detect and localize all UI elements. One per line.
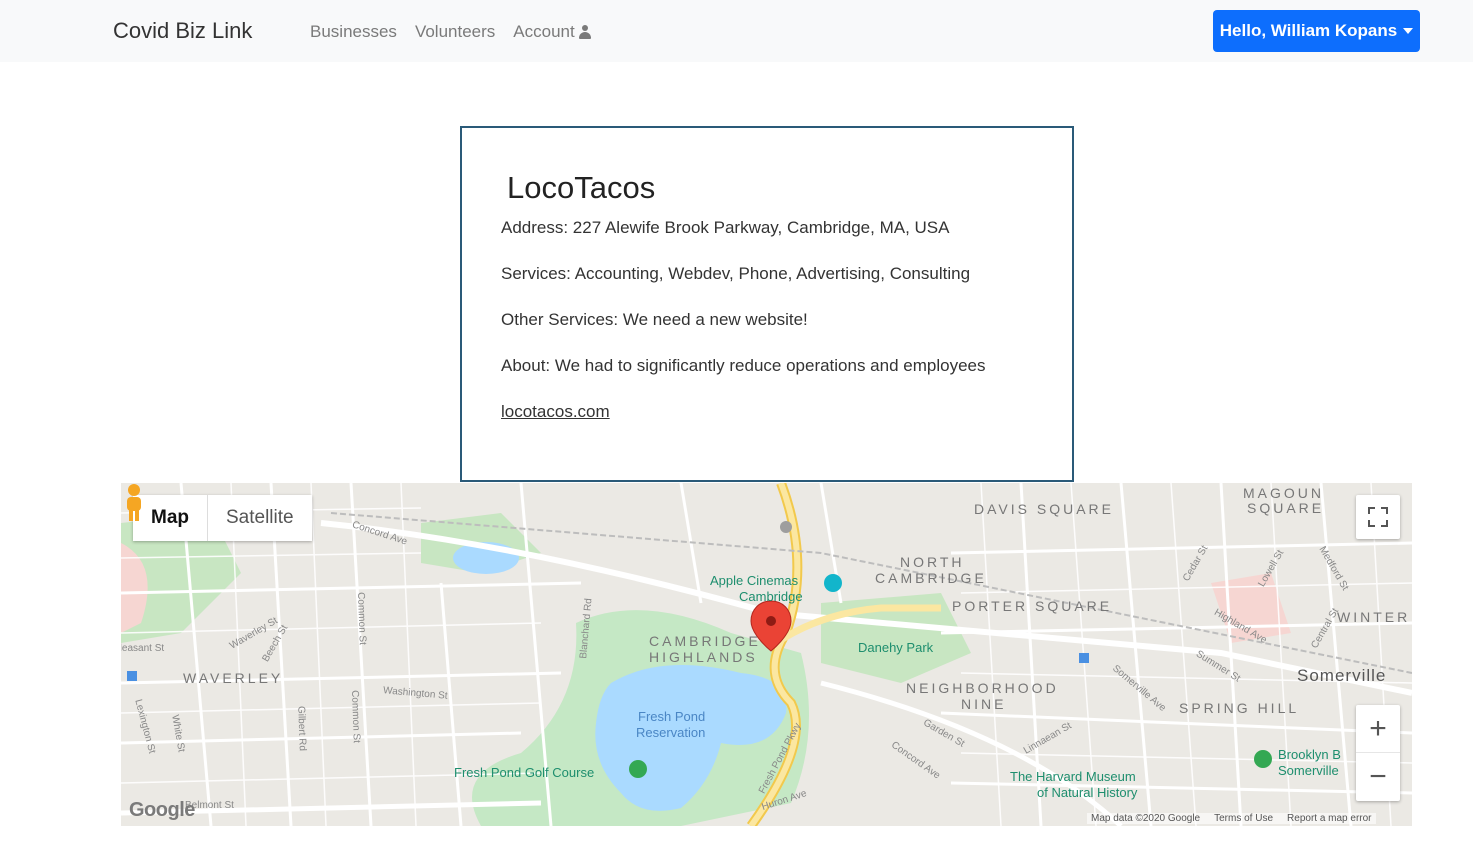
- label-magoun-square-2: SQUARE: [1247, 500, 1325, 516]
- business-card: LocoTacos Address: 227 Alewife Brook Par…: [460, 126, 1074, 482]
- label-porter-square: PORTER SQUARE: [952, 598, 1113, 614]
- map-poi-icon: [780, 521, 792, 533]
- label-north-cambridge-2: CAMBRIDGE: [875, 570, 987, 586]
- google-map[interactable]: DAVIS SQUARE MAGOUN SQUARE NORTH CAMBRID…: [121, 483, 1412, 826]
- label-golf-course[interactable]: Fresh Pond Golf Course: [454, 765, 594, 780]
- business-name: LocoTacos: [507, 170, 656, 205]
- zoom-control: + −: [1356, 705, 1400, 801]
- business-about: About: We had to significantly reduce op…: [501, 356, 986, 375]
- label-cambridge-highlands-2: HIGHLANDS: [649, 649, 758, 665]
- fullscreen-button[interactable]: [1356, 495, 1400, 539]
- user-icon: [578, 25, 591, 39]
- label-spring-hill: SPRING HILL: [1179, 700, 1300, 716]
- business-services: Services: Accounting, Webdev, Phone, Adv…: [501, 264, 971, 283]
- nav-link-account[interactable]: Account: [513, 22, 591, 42]
- label-harvard-museum-1[interactable]: The Harvard Museum: [1010, 769, 1136, 784]
- nav-link-account-label: Account: [513, 22, 575, 41]
- map-type-satellite-button[interactable]: Satellite: [208, 495, 312, 541]
- fullscreen-icon-corner: [1381, 520, 1388, 527]
- label-neighborhood-nine-1: NEIGHBORHOOD: [906, 680, 1059, 696]
- map-footer: Map data ©2020 Google Terms of Use Repor…: [1087, 813, 1376, 824]
- zoom-in-button[interactable]: +: [1356, 705, 1400, 753]
- label-fresh-pond-2: Reservation: [636, 725, 706, 740]
- google-logo: Google: [129, 799, 195, 821]
- nav-link-businesses[interactable]: Businesses: [310, 22, 397, 42]
- transit-icon-west: [127, 671, 137, 681]
- label-winter: WINTER: [1337, 609, 1411, 625]
- nav-link-volunteers[interactable]: Volunteers: [415, 22, 495, 42]
- map-type-control: Map Satellite: [133, 495, 312, 541]
- label-cambridge-highlands-1: CAMBRIDGE: [649, 633, 761, 649]
- caret-down-icon: [1403, 28, 1414, 34]
- label-apple-cinemas-1[interactable]: Apple Cinemas: [710, 573, 798, 588]
- transit-icon: [1079, 653, 1089, 663]
- user-menu-label: Hello, William Kopans: [1219, 21, 1398, 40]
- fullscreen-icon-corner: [1381, 507, 1388, 514]
- label-harvard-museum-2[interactable]: of Natural History: [1037, 785, 1137, 800]
- nav-links: Businesses Volunteers Account: [310, 22, 591, 42]
- business-address: Address: 227 Alewife Brook Parkway, Camb…: [501, 218, 950, 237]
- label-brooklyn-2[interactable]: Somerville: [1278, 763, 1339, 778]
- map-data-attribution: Map data ©2020 Google: [1091, 813, 1201, 824]
- fullscreen-icon-corner: [1368, 520, 1375, 527]
- location-marker-dot: [766, 616, 776, 626]
- label-magoun-square-1: MAGOUN: [1243, 485, 1324, 501]
- user-menu-button[interactable]: Hello, William Kopans: [1213, 10, 1420, 52]
- label-somerville: Somerville: [1297, 666, 1387, 685]
- label-north-cambridge-1: NORTH: [900, 554, 965, 570]
- label-brooklyn-1[interactable]: Brooklyn B: [1278, 747, 1341, 762]
- label-danehy-park[interactable]: Danehy Park: [858, 640, 933, 655]
- label-neighborhood-nine-2: NINE: [961, 696, 1007, 712]
- terms-of-use-link[interactable]: Terms of Use: [1214, 813, 1273, 824]
- business-other-services: Other Services: We need a new website!: [501, 310, 808, 329]
- park-pin-icon[interactable]: [1254, 750, 1272, 768]
- brand-link[interactable]: Covid Biz Link: [113, 18, 252, 44]
- zoom-out-button[interactable]: −: [1356, 753, 1400, 801]
- label-waverley: WAVERLEY: [183, 670, 284, 686]
- golf-pin-icon[interactable]: [629, 760, 647, 778]
- label-fresh-pond-1: Fresh Pond: [638, 709, 706, 724]
- label-common-st-north: Common St: [354, 591, 368, 646]
- label-common-st: Common St: [348, 689, 362, 744]
- label-apple-cinemas-2[interactable]: Cambridge: [739, 589, 803, 604]
- cinema-pin-icon[interactable]: [824, 574, 842, 592]
- report-map-error-link[interactable]: Report a map error: [1287, 813, 1371, 824]
- navbar: Covid Biz Link Businesses Volunteers Acc…: [0, 0, 1473, 62]
- label-davis-square: DAVIS SQUARE: [974, 501, 1114, 517]
- label-pleasant-st: Pleasant St: [121, 643, 165, 654]
- business-website-link[interactable]: locotacos.com: [501, 402, 610, 422]
- pegman-icon[interactable]: [121, 483, 147, 523]
- fullscreen-icon: [1368, 507, 1375, 514]
- label-gilbert-rd: Gilbert Rd: [295, 705, 308, 752]
